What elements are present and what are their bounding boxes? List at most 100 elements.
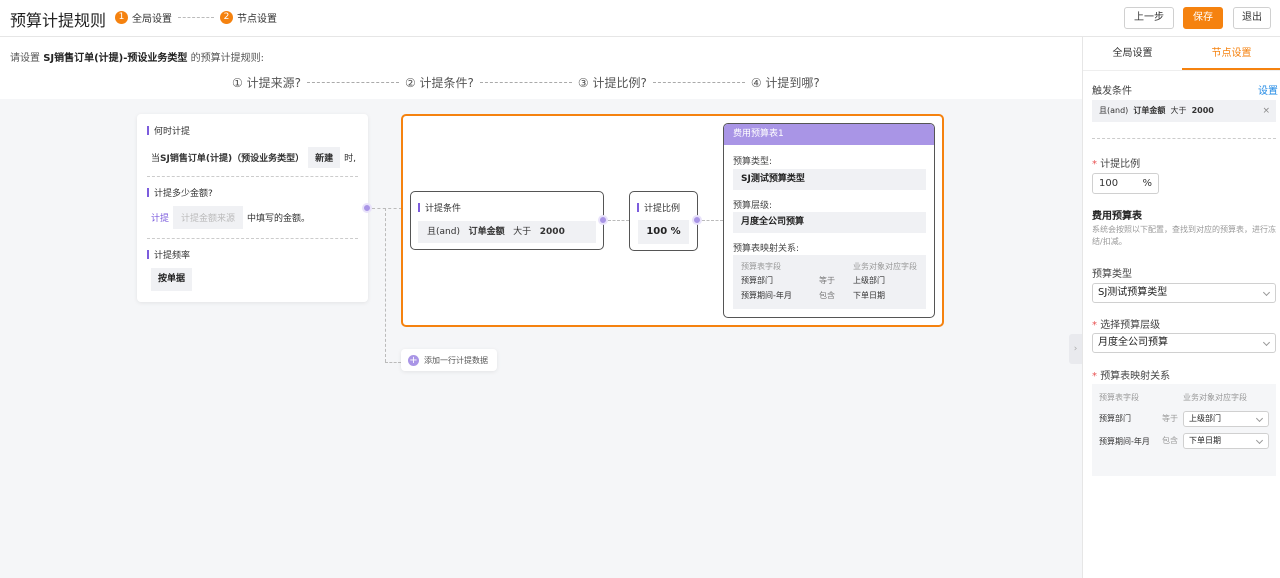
condition-logic: 且(and)	[427, 227, 460, 237]
trigger-logic: 且(and)	[1099, 106, 1129, 115]
intro-suffix: 的预算计提规则:	[190, 53, 264, 64]
trigger-condition-chip: 且(and) 订单金额 大于 2000 ×	[1092, 100, 1276, 122]
when-action-chip[interactable]: 新建	[308, 147, 341, 168]
when-document: SJ销售订单(计提)（预设业务类型）	[160, 154, 305, 164]
budget-map-table: 预算表字段 业务对象对应字段 预算部门 等于 上级部门 预算期间-年月 包含 下…	[733, 255, 926, 309]
condition-operator: 大于	[513, 227, 532, 237]
map-target-select[interactable]: 下单日期	[1183, 433, 1269, 449]
amount-suffix: 中填写的金额。	[247, 214, 311, 224]
ratio-value[interactable]: 100 %	[638, 220, 689, 244]
table-row: 上级部门	[853, 276, 885, 285]
step-connector	[178, 17, 214, 18]
ratio-output-port[interactable]	[692, 215, 702, 225]
intro-document-name: SJ销售订单(计提)-预设业务类型	[43, 53, 188, 64]
budget-type-chip[interactable]: SJ测试预算类型	[733, 169, 926, 190]
condition-value: 2000	[539, 227, 565, 237]
guide-connector	[652, 82, 745, 83]
budget-title: 费用预算表	[1092, 211, 1142, 222]
map-header-budget-field: 预算表字段	[741, 262, 781, 271]
table-row: 等于	[819, 276, 835, 285]
ratio-node[interactable]: 计提比例 100 %	[629, 191, 698, 251]
close-icon[interactable]: ×	[1262, 100, 1270, 122]
budget-level-chip[interactable]: 月度全公司预算	[733, 212, 926, 233]
settings-sidebar: 全局设置 节点设置 触发条件 设置 且(and) 订单金额 大于 2000 × …	[1082, 37, 1280, 578]
add-row-button[interactable]: + 添加一行计提数据	[401, 349, 497, 371]
ratio-input-value: 100	[1099, 178, 1119, 189]
process-guide: ① 计提来源? ② 计提条件? ③ 计提比例? ④ 计提到哪?	[232, 74, 820, 91]
budget-map-label: * 预算表映射关系	[1092, 371, 1171, 382]
condition-chip[interactable]: 且(and) 订单金额 大于 2000	[418, 221, 596, 243]
budget-map-label: 预算表映射关系:	[733, 244, 800, 254]
collapse-panel-handle[interactable]: ›	[1069, 334, 1082, 364]
frequency-title: 计提频率	[147, 248, 190, 261]
step-1-number: 1	[115, 11, 128, 24]
budget-level-label: 预算层级:	[733, 201, 773, 211]
connector-line	[702, 220, 723, 221]
amount-source-field[interactable]: 计提金额来源	[173, 206, 244, 229]
add-row-label: 添加一行计提数据	[424, 355, 488, 365]
guide-step-source: ① 计提来源?	[232, 76, 301, 90]
ratio-label: * 计提比例	[1092, 159, 1141, 170]
when-title: 何时计提	[147, 124, 190, 137]
tab-global-settings[interactable]: 全局设置	[1083, 37, 1182, 70]
ratio-input[interactable]: 100 %	[1092, 173, 1159, 194]
canvas-intro-area: 请设置 SJ销售订单(计提)-预设业务类型 的预算计提规则: ① 计提来源? ②…	[0, 37, 1082, 99]
map-header-object-field: 业务对象对应字段	[853, 262, 917, 271]
amount-title: 计提多少金额?	[147, 186, 213, 199]
condition-node-title: 计提条件	[418, 201, 461, 214]
condition-output-port[interactable]	[598, 215, 608, 225]
divider	[147, 176, 358, 177]
step-2-label[interactable]: 节点设置	[237, 10, 277, 25]
tab-divider	[1083, 70, 1280, 71]
source-output-port[interactable]	[362, 203, 372, 213]
frequency-chip[interactable]: 按单据	[151, 268, 192, 291]
chevron-down-icon	[1255, 414, 1264, 423]
header: 预算计提规则 1 全局设置 2 节点设置 上一步 保存 退出	[0, 0, 1280, 37]
map-target-value: 下单日期	[1189, 436, 1221, 445]
budget-map-panel: 预算表字段 业务对象对应字段 预算部门 等于 上级部门 预算期间-年月 包含 下…	[1092, 384, 1276, 476]
table-row: 包含	[819, 291, 835, 300]
intro-prefix: 请设置	[10, 53, 40, 64]
trigger-value: 2000	[1191, 106, 1214, 115]
tab-node-settings[interactable]: 节点设置	[1182, 37, 1280, 70]
map-target-value: 上级部门	[1189, 414, 1221, 423]
prev-step-button[interactable]: 上一步	[1124, 7, 1174, 29]
when-suffix: 时,	[344, 154, 356, 164]
guide-connector	[306, 82, 399, 83]
amount-prefix: 计提	[151, 214, 170, 224]
intro-text: 请设置 SJ销售订单(计提)-预设业务类型 的预算计提规则:	[10, 49, 264, 64]
chevron-down-icon	[1262, 338, 1271, 347]
trigger-label: 触发条件	[1092, 86, 1132, 97]
chevron-down-icon	[1255, 436, 1264, 445]
trigger-field: 订单金额	[1133, 106, 1166, 115]
when-row: 当 SJ销售订单(计提)（预设业务类型） 新建 时,	[151, 147, 356, 168]
exit-button[interactable]: 退出	[1233, 7, 1271, 29]
trigger-settings-link[interactable]: 设置	[1258, 82, 1278, 97]
map-row-operator: 等于	[1162, 414, 1178, 423]
amount-row: 计提 计提金额来源 中填写的金额。	[151, 206, 310, 229]
map-header-budget-field: 预算表字段	[1099, 393, 1139, 402]
budget-type-select[interactable]: SJ测试预算类型	[1092, 283, 1276, 303]
budget-node[interactable]: 费用预算表1 预算类型: SJ测试预算类型 预算层级: 月度全公司预算 预算表映…	[723, 123, 935, 318]
budget-description: 系统会按照以下配置，查找到对应的预算表，进行冻结/扣减。	[1092, 225, 1276, 246]
guide-step-target: ④ 计提到哪?	[750, 76, 820, 90]
guide-step-ratio: ③ 计提比例?	[577, 76, 647, 90]
source-card[interactable]: 何时计提 当 SJ销售订单(计提)（预设业务类型） 新建 时, 计提多少金额? …	[137, 114, 368, 302]
budget-type-value: SJ测试预算类型	[1098, 287, 1168, 298]
step-1-label[interactable]: 全局设置	[132, 10, 172, 25]
budget-level-select[interactable]: 月度全公司预算	[1092, 333, 1276, 353]
budget-type-label: 预算类型:	[733, 157, 773, 167]
table-row: 下单日期	[853, 291, 885, 300]
budget-level-value: 月度全公司预算	[1098, 337, 1168, 348]
save-button[interactable]: 保存	[1183, 7, 1223, 29]
page-title: 预算计提规则	[10, 11, 107, 30]
map-header-object-field: 业务对象对应字段	[1183, 393, 1247, 402]
map-row-field: 预算部门	[1099, 414, 1131, 423]
map-row-operator: 包含	[1162, 436, 1178, 445]
flow-canvas: 请设置 SJ销售订单(计提)-预设业务类型 的预算计提规则: ① 计提来源? ②…	[0, 37, 1082, 578]
map-target-select[interactable]: 上级部门	[1183, 411, 1269, 427]
map-row-field: 预算期间-年月	[1099, 437, 1150, 446]
condition-node[interactable]: 计提条件 且(and) 订单金额 大于 2000	[410, 191, 604, 250]
trigger-operator: 大于	[1170, 106, 1187, 115]
table-row: 预算部门	[741, 276, 773, 285]
